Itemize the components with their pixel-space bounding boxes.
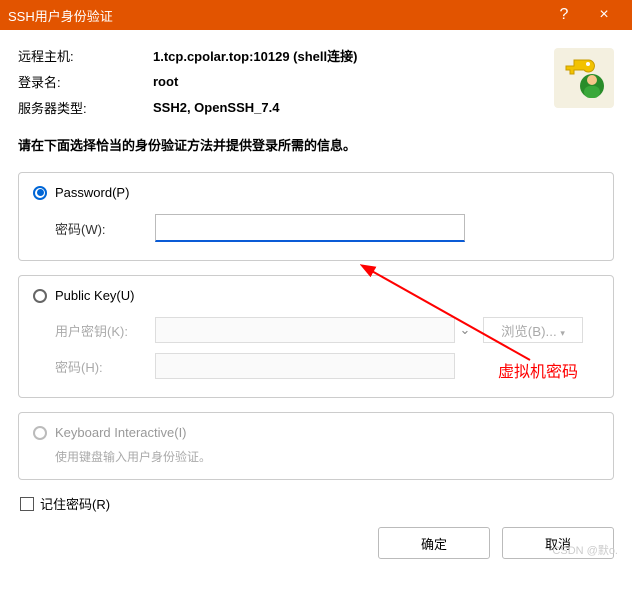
keyboard-sub-text: 使用键盘输入用户身份验证。 [55, 448, 599, 465]
login-name-label: 登录名: [18, 72, 153, 91]
instruction-text: 请在下面选择恰当的身份验证方法并提供登录所需的信息。 [18, 135, 614, 154]
pubkey-radio[interactable]: Public Key(U) [33, 288, 599, 303]
keyboard-group: Keyboard Interactive(I) 使用键盘输入用户身份验证。 [18, 412, 614, 480]
password-radio[interactable]: Password(P) [33, 185, 599, 200]
radio-unselected-icon [33, 289, 47, 303]
radio-selected-icon [33, 186, 47, 200]
pubkey-radio-label: Public Key(U) [55, 288, 134, 303]
server-type-value: SSH2, OpenSSH_7.4 [153, 100, 279, 115]
password-input[interactable] [155, 214, 465, 242]
browse-button: 浏览(B)... ▾ [483, 317, 583, 343]
login-name-row: 登录名: root [18, 72, 614, 91]
watermark: CSDN @默o. [552, 542, 618, 558]
user-key-row: 用户密钥(K): ⌄ 浏览(B)... ▾ [55, 317, 599, 343]
remember-password-label: 记住密码(R) [40, 494, 110, 513]
annotation-text: 虚拟机密码 [498, 358, 578, 382]
keyboard-radio-label: Keyboard Interactive(I) [55, 425, 187, 440]
password-field-row: 密码(W): [55, 214, 599, 242]
help-button[interactable]: ? [544, 6, 584, 24]
password-group: Password(P) 密码(W): [18, 172, 614, 261]
remember-password-checkbox[interactable]: 记住密码(R) [20, 494, 614, 513]
password-field-label: 密码(W): [55, 219, 155, 238]
pubkey-password-input [155, 353, 455, 379]
titlebar: SSH用户身份验证 ? × [0, 0, 632, 30]
remote-host-row: 远程主机: 1.tcp.cpolar.top:10129 (shell连接) [18, 46, 614, 65]
radio-disabled-icon [33, 426, 47, 440]
remote-host-label: 远程主机: [18, 46, 153, 65]
server-type-row: 服务器类型: SSH2, OpenSSH_7.4 [18, 98, 614, 117]
user-key-dropdown [155, 317, 455, 343]
user-key-label: 用户密钥(K): [55, 321, 155, 340]
pubkey-password-label: 密码(H): [55, 357, 155, 376]
dialog-actions: 确定 取消 [0, 527, 632, 573]
window-title: SSH用户身份验证 [8, 6, 544, 25]
dialog-content: 远程主机: 1.tcp.cpolar.top:10129 (shell连接) 登… [0, 30, 632, 513]
close-button[interactable]: × [584, 6, 624, 24]
checkbox-icon [20, 497, 34, 511]
server-type-label: 服务器类型: [18, 98, 153, 117]
chevron-down-icon: ⌄ [455, 322, 475, 338]
keyboard-radio: Keyboard Interactive(I) [33, 425, 599, 440]
password-radio-label: Password(P) [55, 185, 129, 200]
ok-button[interactable]: 确定 [378, 527, 490, 559]
remote-host-value: 1.tcp.cpolar.top:10129 (shell连接) [153, 46, 357, 65]
login-name-value: root [153, 74, 178, 89]
key-user-icon [554, 48, 614, 108]
